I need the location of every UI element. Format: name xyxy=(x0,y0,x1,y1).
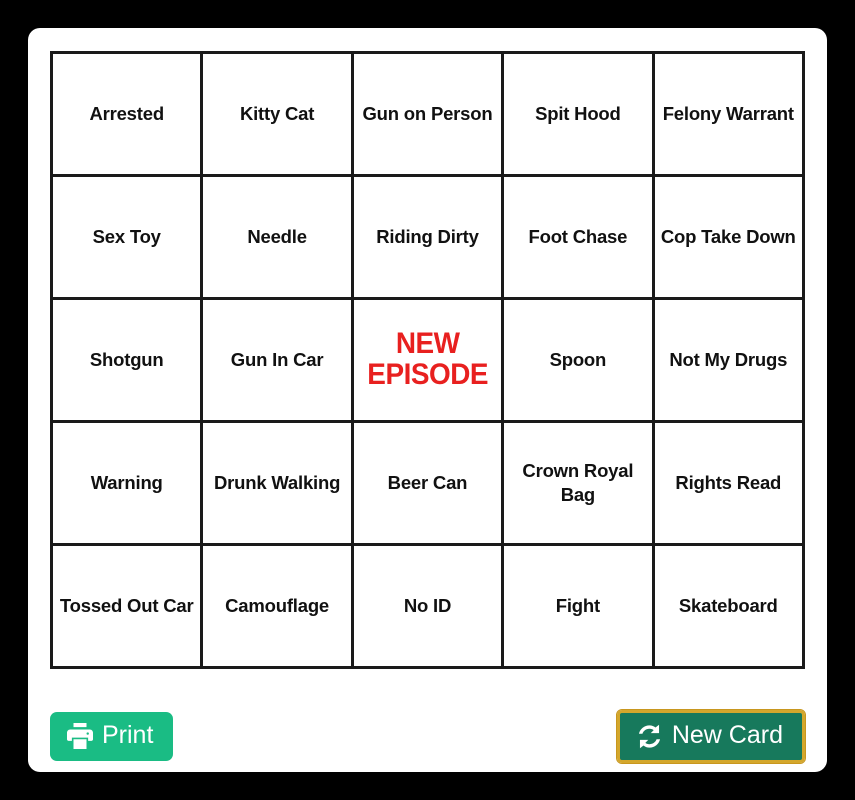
bingo-cell[interactable]: Skateboard xyxy=(651,543,806,669)
bingo-cell[interactable]: Needle xyxy=(200,174,354,300)
bingo-cell-label: Fight xyxy=(555,594,600,616)
bingo-cell-label: Shotgun xyxy=(89,348,164,370)
new-card-button[interactable]: New Card xyxy=(615,708,807,764)
bingo-cell[interactable]: No ID xyxy=(350,543,505,669)
bingo-cell-label: Sex Toy xyxy=(92,225,161,247)
bingo-cell[interactable]: Not My Drugs xyxy=(651,297,806,423)
bingo-cell-label: Gun on Person xyxy=(362,102,493,124)
print-button-label: Print xyxy=(102,720,154,749)
bingo-cell[interactable]: Shotgun xyxy=(49,297,204,423)
bingo-cell-label: Foot Chase xyxy=(528,225,628,247)
bingo-cell[interactable]: Gun on Person xyxy=(350,51,505,177)
action-button-bar: Print New Card xyxy=(50,700,807,772)
bingo-grid-body: Arrested Kitty Cat Gun on Person Spit Ho… xyxy=(49,51,806,669)
bingo-cell[interactable]: Cop Take Down xyxy=(651,174,806,300)
free-space-label: NEW EPISODE xyxy=(367,327,488,391)
bingo-cell[interactable]: Crown Royal Bag xyxy=(501,420,655,546)
bingo-row: Shotgun Gun In Car NEW EPISODE Spoon Not… xyxy=(49,297,806,423)
bingo-free-space-cell[interactable]: NEW EPISODE xyxy=(350,297,505,423)
bingo-cell[interactable]: Warning xyxy=(49,420,204,546)
bingo-cell-label: Riding Dirty xyxy=(376,225,479,247)
sync-icon xyxy=(636,723,663,750)
bingo-row: Warning Drunk Walking Beer Can Crown Roy… xyxy=(49,420,806,546)
bingo-cell[interactable]: Sex Toy xyxy=(49,174,204,300)
bingo-cell[interactable]: Kitty Cat xyxy=(200,51,354,177)
bingo-cell-label: No ID xyxy=(403,594,452,616)
bingo-cell[interactable]: Felony Warrant xyxy=(651,51,806,177)
bingo-cell-label: Beer Can xyxy=(387,471,468,493)
bingo-cell[interactable]: Tossed Out Car xyxy=(49,543,204,669)
bingo-row: Arrested Kitty Cat Gun on Person Spit Ho… xyxy=(49,51,806,177)
bingo-cell-label: Camouflage xyxy=(225,594,330,616)
bingo-cell[interactable]: Riding Dirty xyxy=(350,174,505,300)
bingo-cell-label: Rights Read xyxy=(675,471,782,493)
bingo-cell[interactable]: Rights Read xyxy=(651,420,806,546)
bingo-cell-label: Warning xyxy=(90,471,163,493)
bingo-cell-label: Needle xyxy=(247,225,307,247)
bingo-cell-label: Spoon xyxy=(549,348,607,370)
bingo-cell-label: Crown Royal Bag xyxy=(522,459,634,505)
bingo-cell[interactable]: Fight xyxy=(501,543,655,669)
bingo-grid: Arrested Kitty Cat Gun on Person Spit Ho… xyxy=(49,51,806,669)
bingo-cell[interactable]: Camouflage xyxy=(200,543,354,669)
bingo-cell[interactable]: Spoon xyxy=(501,297,655,423)
bingo-cell[interactable]: Beer Can xyxy=(350,420,505,546)
bingo-row: Tossed Out Car Camouflage No ID Fight Sk… xyxy=(49,543,806,669)
page-root: Arrested Kitty Cat Gun on Person Spit Ho… xyxy=(0,0,855,800)
bingo-cell-label: Not My Drugs xyxy=(669,348,788,370)
new-card-button-label: New Card xyxy=(671,720,783,749)
bingo-cell-label: Skateboard xyxy=(678,594,778,616)
bingo-cell-label: Felony Warrant xyxy=(662,102,794,124)
bingo-cell-label: Cop Take Down xyxy=(660,225,796,247)
bingo-cell-label: Gun In Car xyxy=(230,348,324,370)
bingo-cell[interactable]: Drunk Walking xyxy=(200,420,354,546)
bingo-cell[interactable]: Foot Chase xyxy=(501,174,655,300)
bingo-cell[interactable]: Arrested xyxy=(49,51,204,177)
bingo-row: Sex Toy Needle Riding Dirty Foot Chase C… xyxy=(49,174,806,300)
print-icon xyxy=(67,723,93,749)
bingo-cell-label: Kitty Cat xyxy=(239,102,315,124)
bingo-card-panel: Arrested Kitty Cat Gun on Person Spit Ho… xyxy=(28,28,827,772)
bingo-cell[interactable]: Gun In Car xyxy=(200,297,354,423)
bingo-cell[interactable]: Spit Hood xyxy=(501,51,655,177)
bingo-cell-label: Spit Hood xyxy=(535,102,621,124)
bingo-cell-label: Drunk Walking xyxy=(213,471,341,493)
print-button[interactable]: Print xyxy=(50,711,174,761)
bingo-cell-label: Tossed Out Car xyxy=(59,594,194,616)
bingo-cell-label: Arrested xyxy=(89,102,164,124)
